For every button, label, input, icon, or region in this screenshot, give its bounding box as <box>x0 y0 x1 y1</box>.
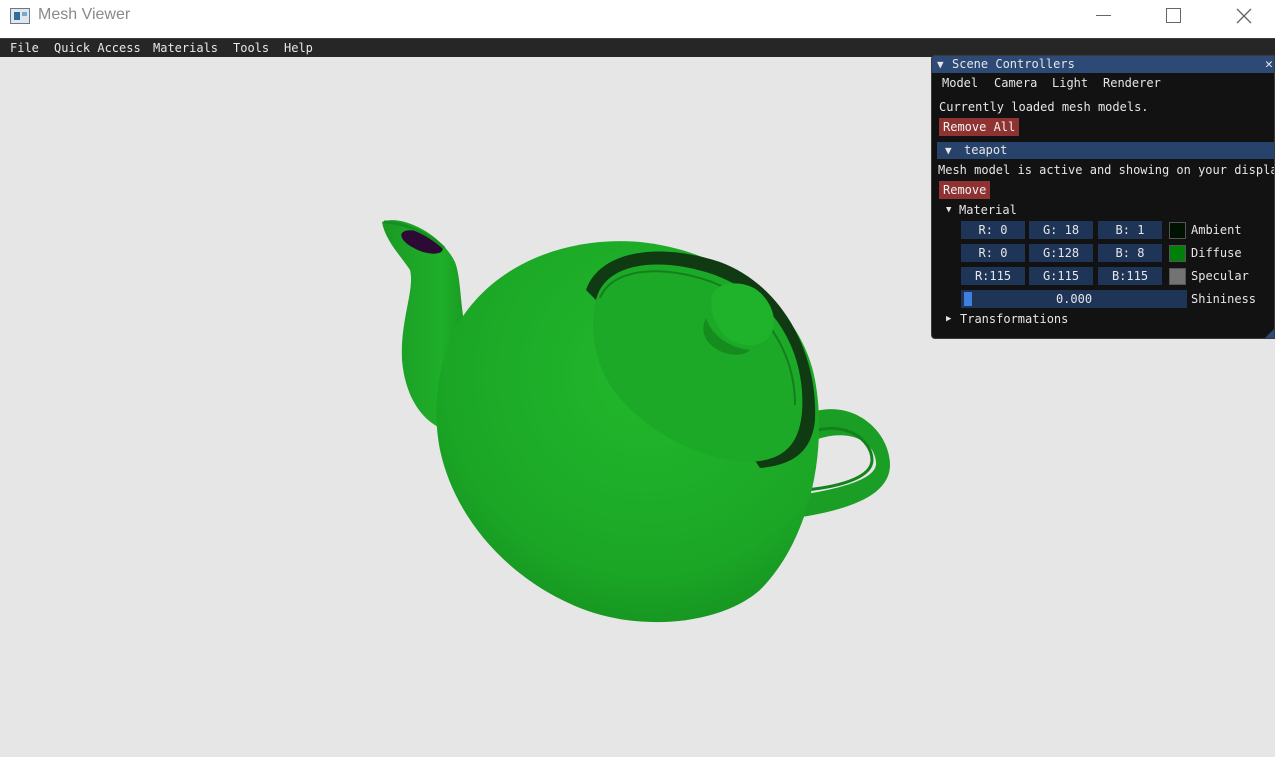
remove-model-button[interactable]: Remove <box>939 181 991 199</box>
close-icon <box>1236 8 1252 24</box>
menu-tools[interactable]: Tools <box>233 40 269 56</box>
tab-light[interactable]: Light <box>1052 75 1088 91</box>
remove-all-button[interactable]: Remove All <box>939 118 1020 136</box>
specular-r-field[interactable]: R:115 <box>961 267 1025 285</box>
shininess-value: 0.000 <box>1055 292 1093 306</box>
expand-triangle-icon: ▼ <box>945 144 952 157</box>
ambient-b-field[interactable]: B: 1 <box>1098 221 1162 239</box>
window-title: Mesh Viewer <box>38 6 131 23</box>
specular-label: Specular <box>1191 269 1249 283</box>
menu-file[interactable]: File <box>10 40 39 56</box>
panel-resize-grip[interactable] <box>1265 329 1274 338</box>
tab-camera[interactable]: Camera <box>994 75 1037 91</box>
close-button[interactable] <box>1208 0 1275 32</box>
transformations-section-label[interactable]: Transformations <box>960 311 1068 327</box>
diffuse-b-field[interactable]: B: 8 <box>1098 244 1162 262</box>
scene-controllers-panel: ▼ Scene Controllers ✕ Model Camera Light… <box>931 55 1275 339</box>
panel-title: Scene Controllers <box>952 57 1075 71</box>
tab-model[interactable]: Model <box>942 75 978 91</box>
panel-titlebar[interactable]: ▼ Scene Controllers ✕ <box>932 56 1274 73</box>
window-titlebar: Mesh Viewer <box>0 0 1275 38</box>
maximize-button[interactable] <box>1138 0 1208 32</box>
collapse-triangle-icon[interactable]: ▼ <box>937 56 944 73</box>
material-section-label[interactable]: Material <box>959 202 1017 218</box>
diffuse-r-field[interactable]: R: 0 <box>961 244 1025 262</box>
ambient-r-field[interactable]: R: 0 <box>961 221 1025 239</box>
ambient-label: Ambient <box>1191 223 1242 237</box>
model-name: teapot <box>964 143 1008 157</box>
shininess-slider[interactable]: 0.000 <box>961 290 1187 308</box>
ambient-g-field[interactable]: G: 18 <box>1029 221 1093 239</box>
tab-renderer[interactable]: Renderer <box>1103 75 1161 91</box>
model-status-text: Mesh model is active and showing on your… <box>938 163 1275 177</box>
model-header-teapot[interactable]: ▼ teapot <box>937 142 1274 159</box>
material-triangle-icon[interactable]: ▼ <box>946 202 951 218</box>
diffuse-g-field[interactable]: G:128 <box>1029 244 1093 262</box>
menu-quick-access[interactable]: Quick Access <box>54 40 141 56</box>
diffuse-label: Diffuse <box>1191 246 1242 260</box>
transformations-triangle-icon[interactable]: ▶ <box>946 311 951 327</box>
specular-color-swatch[interactable] <box>1169 268 1186 285</box>
loaded-models-text: Currently loaded mesh models. <box>939 100 1149 114</box>
shininess-label: Shininess <box>1191 292 1257 306</box>
menu-help[interactable]: Help <box>284 40 313 56</box>
menu-materials[interactable]: Materials <box>153 40 218 56</box>
specular-g-field[interactable]: G:115 <box>1029 267 1093 285</box>
ambient-color-swatch[interactable] <box>1169 222 1186 239</box>
app-icon <box>10 8 30 24</box>
minimize-button[interactable] <box>1068 0 1138 32</box>
close-panel-icon[interactable]: ✕ <box>1265 56 1273 73</box>
specular-b-field[interactable]: B:115 <box>1098 267 1162 285</box>
diffuse-color-swatch[interactable] <box>1169 245 1186 262</box>
